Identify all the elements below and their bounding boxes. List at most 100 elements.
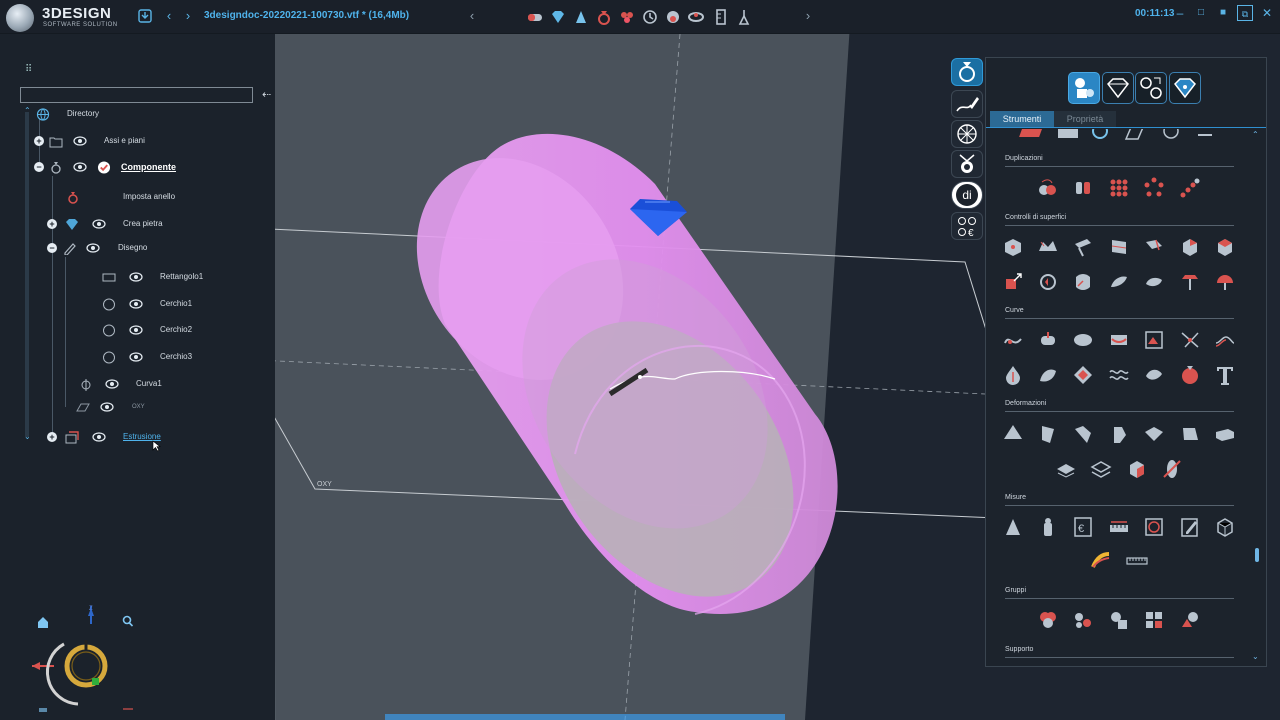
deform-taper-icon[interactable] bbox=[1179, 423, 1201, 445]
toolbar-scroll-left-icon[interactable]: ‹ bbox=[466, 7, 478, 25]
surface-wave-icon[interactable] bbox=[1037, 236, 1059, 258]
price-button[interactable]: € bbox=[951, 212, 983, 240]
visibility-eye-icon[interactable] bbox=[92, 218, 106, 230]
panel-tab-settings[interactable] bbox=[1135, 72, 1167, 104]
panel-scroll-down-icon[interactable]: ⌄ bbox=[1252, 652, 1259, 661]
surface-dome-icon[interactable] bbox=[1214, 271, 1236, 293]
ring-tool-icon[interactable] bbox=[595, 8, 613, 26]
minimize-icon[interactable]: – bbox=[1172, 5, 1188, 21]
mesh-button[interactable] bbox=[951, 120, 983, 148]
deform-pyramid-icon[interactable] bbox=[1002, 423, 1024, 445]
pendant-tool-icon[interactable] bbox=[735, 8, 753, 26]
curve-draw-button[interactable] bbox=[951, 90, 983, 118]
window-icon[interactable]: □ bbox=[1193, 5, 1209, 21]
measure-size-icon[interactable] bbox=[1143, 516, 1165, 538]
grid-duplicate-icon[interactable] bbox=[1108, 177, 1130, 199]
pave-tool-icon[interactable] bbox=[664, 8, 682, 26]
deform-stretch-icon[interactable] bbox=[1214, 423, 1236, 445]
deform-scale-icon[interactable] bbox=[1108, 423, 1130, 445]
3d-viewport[interactable]: OXY bbox=[164, 24, 1046, 720]
linear-duplicate-icon[interactable] bbox=[1036, 177, 1058, 199]
deform-flow-icon[interactable] bbox=[1055, 458, 1077, 480]
back-arrow-icon[interactable]: ‹ bbox=[163, 7, 175, 25]
tree-item-cerchio1[interactable]: Cerchio1 bbox=[30, 295, 230, 313]
expand-icon[interactable]: + bbox=[47, 432, 57, 442]
group-remove-icon[interactable] bbox=[1108, 609, 1130, 631]
scene[interactable]: OXY bbox=[164, 24, 1046, 720]
expand-icon[interactable]: + bbox=[47, 219, 57, 229]
visibility-eye-icon[interactable] bbox=[86, 242, 100, 254]
visibility-eye-icon[interactable] bbox=[129, 298, 143, 310]
curve-intersect-icon[interactable] bbox=[1179, 329, 1201, 351]
prong-tool-icon[interactable] bbox=[572, 8, 590, 26]
rotate-tool-icon[interactable] bbox=[641, 8, 659, 26]
panel-scrollbar-thumb[interactable] bbox=[1255, 548, 1259, 562]
curve-diamond-icon[interactable] bbox=[1072, 364, 1094, 386]
save-icon[interactable] bbox=[137, 7, 153, 25]
di-button[interactable]: di bbox=[951, 181, 983, 209]
visibility-eye-icon[interactable] bbox=[73, 161, 87, 173]
surface-cube-red-icon[interactable] bbox=[1214, 236, 1236, 258]
tab-strumenti[interactable]: Strumenti bbox=[990, 111, 1054, 127]
pendant-button[interactable] bbox=[951, 150, 983, 178]
toolbar-scroll-right-icon[interactable]: › bbox=[802, 7, 814, 25]
deform-bend-icon[interactable] bbox=[1072, 423, 1094, 445]
curve-offset-icon[interactable] bbox=[1214, 329, 1236, 351]
tree-item-rettangolo1[interactable]: Rettangolo1 bbox=[30, 268, 230, 286]
surface-cube-icon[interactable] bbox=[1179, 236, 1201, 258]
visibility-eye-icon[interactable] bbox=[100, 401, 114, 413]
curve-ellipse-icon[interactable] bbox=[1072, 329, 1094, 351]
text-tool-icon[interactable] bbox=[1214, 364, 1236, 386]
deform-cube-icon[interactable] bbox=[1126, 458, 1148, 480]
measure-tool-icon[interactable] bbox=[712, 8, 730, 26]
mirror-duplicate-icon[interactable] bbox=[1072, 177, 1094, 199]
measure-cost-icon[interactable]: € bbox=[1072, 516, 1094, 538]
deform-layer-icon[interactable] bbox=[1090, 458, 1112, 480]
collapse-icon[interactable]: − bbox=[47, 243, 57, 253]
tree-item-componente[interactable]: − Componente bbox=[30, 158, 230, 176]
surface-fold-icon[interactable] bbox=[1143, 236, 1165, 258]
collapse-icon[interactable]: − bbox=[34, 162, 44, 172]
surface-pin-icon[interactable] bbox=[1179, 271, 1201, 293]
group-grid-icon[interactable] bbox=[1143, 609, 1165, 631]
tree-item-directory[interactable]: Directory bbox=[30, 105, 230, 123]
measure-weight-icon[interactable] bbox=[1037, 516, 1059, 538]
close-icon[interactable]: ✕ bbox=[1259, 5, 1275, 21]
visibility-eye-icon[interactable] bbox=[73, 135, 87, 147]
surface-patch-icon[interactable] bbox=[1143, 271, 1165, 293]
curve-drop-icon[interactable] bbox=[1002, 364, 1024, 386]
deform-twist-icon[interactable] bbox=[1037, 423, 1059, 445]
measure-angle-icon[interactable] bbox=[1002, 516, 1024, 538]
surface-twist-icon[interactable] bbox=[1108, 236, 1130, 258]
surface-loft-icon[interactable] bbox=[1072, 271, 1094, 293]
visibility-eye-icon[interactable] bbox=[105, 378, 119, 390]
tree-search-input[interactable] bbox=[20, 87, 253, 103]
gem-tool-icon[interactable] bbox=[549, 8, 567, 26]
measure-ruler-icon[interactable] bbox=[1108, 516, 1130, 538]
panel-tab-gems[interactable] bbox=[1102, 72, 1134, 104]
band-tool-icon[interactable] bbox=[687, 8, 705, 26]
capsule-tool-icon[interactable] bbox=[526, 8, 544, 26]
tree-back-icon[interactable]: ⇠ bbox=[262, 88, 271, 101]
measure-volume-icon[interactable] bbox=[1214, 516, 1236, 538]
cluster-tool-icon[interactable] bbox=[618, 8, 636, 26]
visibility-eye-icon[interactable] bbox=[129, 271, 143, 283]
tab-proprieta[interactable]: Proprietà bbox=[1054, 111, 1116, 127]
grid-menu-icon[interactable]: ⠿ bbox=[25, 64, 35, 75]
visibility-eye-icon[interactable] bbox=[92, 431, 106, 443]
group-explode-icon[interactable] bbox=[1179, 609, 1201, 631]
measure-edit-icon[interactable] bbox=[1179, 516, 1201, 538]
tree-item-oxy[interactable]: OXY bbox=[30, 398, 230, 416]
visibility-eye-icon[interactable] bbox=[129, 351, 143, 363]
curve-shell-icon[interactable] bbox=[1037, 364, 1059, 386]
deform-morph-icon[interactable] bbox=[1161, 458, 1183, 480]
curve-image-icon[interactable] bbox=[1143, 329, 1165, 351]
surface-extrude-icon[interactable] bbox=[1002, 271, 1024, 293]
visibility-eye-icon[interactable] bbox=[129, 324, 143, 336]
curve-leaf-icon[interactable] bbox=[1143, 364, 1165, 386]
curve-wave-icon[interactable] bbox=[1108, 364, 1130, 386]
group-add-icon[interactable] bbox=[1072, 609, 1094, 631]
tree-item-estrusione[interactable]: + Estrusione bbox=[30, 428, 230, 446]
surface-bend-icon[interactable] bbox=[1072, 236, 1094, 258]
panel-tab-render[interactable] bbox=[1169, 72, 1201, 104]
